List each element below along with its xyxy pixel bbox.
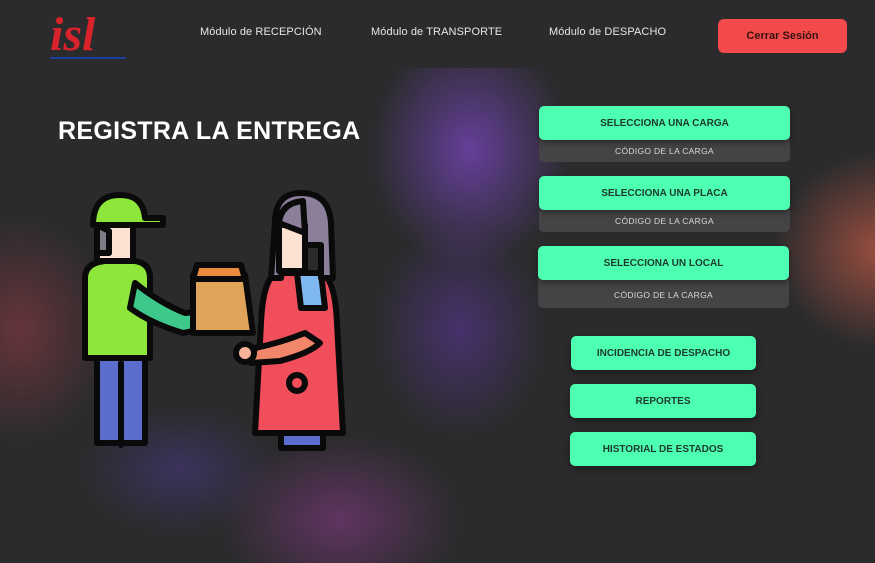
select-carga-group: SELECCIONA UNA CARGA CÓDIGO DE LA CARGA	[539, 106, 790, 162]
nav-despacho-link[interactable]: Módulo de DESPACHO	[549, 26, 666, 38]
logout-button[interactable]: Cerrar Sesión	[718, 19, 847, 53]
header: isl Módulo de RECEPCIÓN Módulo de TRANSP…	[0, 0, 875, 68]
reportes-button[interactable]: REPORTES	[570, 384, 756, 418]
page: isl Módulo de RECEPCIÓN Módulo de TRANSP…	[0, 0, 875, 563]
historial-estados-button[interactable]: HISTORIAL DE ESTADOS	[570, 432, 756, 466]
logo-mark: isl	[50, 8, 126, 61]
select-local-group: SELECCIONA UN LOCAL CÓDIGO DE LA CARGA	[538, 246, 789, 308]
incidencia-despacho-button[interactable]: INCIDENCIA DE DESPACHO	[571, 336, 756, 370]
select-carga-button[interactable]: SELECCIONA UNA CARGA	[539, 106, 790, 140]
nav-transporte-link[interactable]: Módulo de TRANSPORTE	[371, 26, 502, 38]
delivery-person-handing-package-icon	[75, 183, 360, 453]
select-placa-button[interactable]: SELECCIONA UNA PLACA	[539, 176, 790, 210]
logo-text: isl	[50, 8, 96, 61]
select-local-button[interactable]: SELECCIONA UN LOCAL	[538, 246, 789, 280]
page-title: REGISTRA LA ENTREGA	[58, 117, 361, 145]
isl-logo[interactable]: isl	[46, 4, 130, 64]
nav-recepcion-link[interactable]: Módulo de RECEPCIÓN	[200, 26, 322, 38]
select-placa-group: SELECCIONA UNA PLACA CÓDIGO DE LA CARGA	[539, 176, 790, 232]
logo-underline	[50, 57, 126, 59]
select-local-code[interactable]: CÓDIGO DE LA CARGA	[538, 276, 789, 308]
